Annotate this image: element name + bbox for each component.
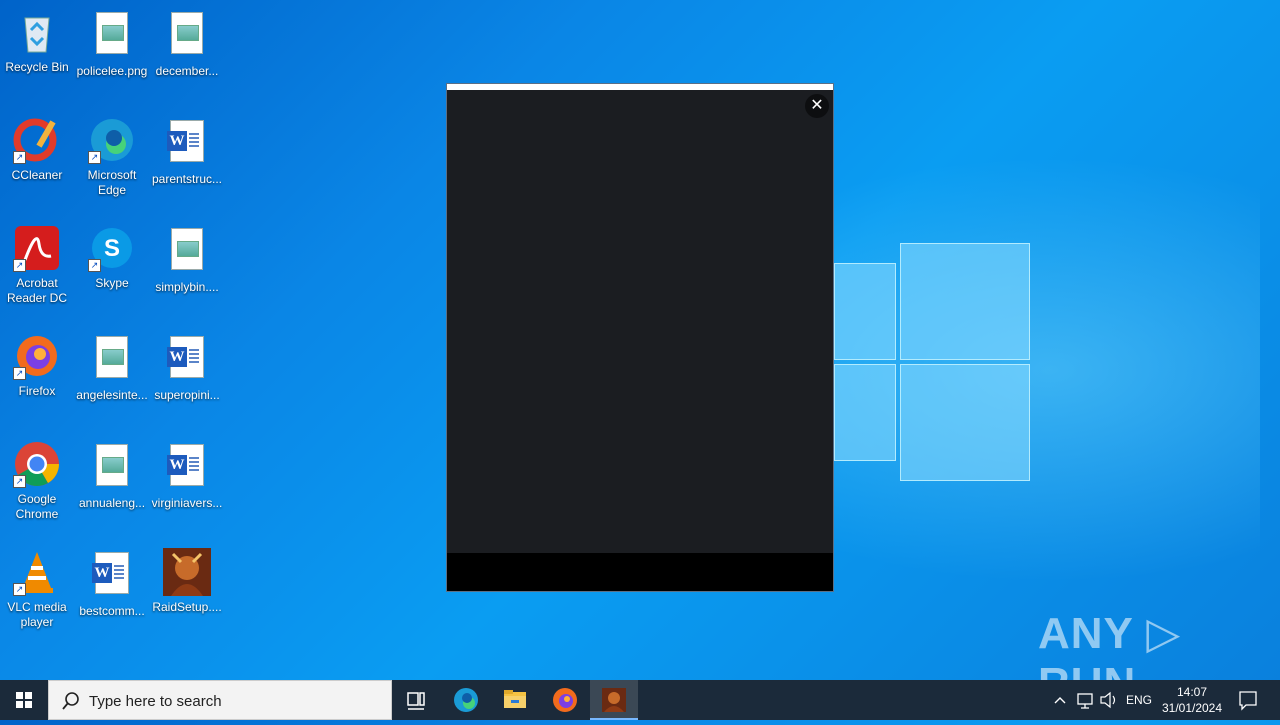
desktop-icon-simplybin[interactable]: simplybin.... <box>150 224 224 295</box>
word-document-icon: W <box>163 120 211 168</box>
desktop-icon-bestcomm[interactable]: W bestcomm... <box>75 548 149 619</box>
task-view-icon <box>407 692 425 710</box>
speaker-icon <box>1100 691 1116 709</box>
shortcut-arrow-icon: ↗ <box>13 151 26 164</box>
desktop-icon-superopini[interactable]: W superopini... <box>150 332 224 403</box>
search-placeholder: Type here to search <box>89 693 222 710</box>
close-button[interactable]: ✕ <box>805 94 829 118</box>
image-file-icon <box>163 228 211 276</box>
desktop-icon-label: Recycle Bin <box>5 60 69 74</box>
desktop-icon-policelee[interactable]: policelee.png <box>75 8 149 79</box>
desktop-icon-firefox[interactable]: ↗ Firefox <box>0 332 74 399</box>
desktop-icon-skype[interactable]: S ↗ Skype <box>75 224 149 291</box>
show-hidden-icons-button[interactable] <box>1050 680 1070 720</box>
raid-game-icon <box>163 548 211 596</box>
desktop-icon-label: bestcomm... <box>79 604 145 618</box>
firefox-icon: ↗ <box>13 332 61 380</box>
popup-bottom-bar <box>447 553 833 591</box>
image-file-icon <box>163 12 211 60</box>
raid-game-icon <box>602 688 626 712</box>
chevron-up-icon <box>1054 697 1066 704</box>
edge-icon: ↗ <box>88 116 136 164</box>
taskbar-search-box[interactable]: Type here to search <box>48 680 392 720</box>
shortcut-arrow-icon: ↗ <box>13 583 26 596</box>
svg-text:S: S <box>104 235 120 262</box>
volume-button[interactable] <box>1098 680 1120 720</box>
windows-start-icon <box>16 692 32 708</box>
desktop-icon-label: superopini... <box>154 388 220 402</box>
shortcut-arrow-icon: ↗ <box>88 259 101 272</box>
recycle-bin-icon <box>13 8 61 56</box>
language-indicator[interactable]: ENG <box>1124 680 1154 720</box>
word-document-icon: W <box>88 552 136 600</box>
desktop-icon-label: Microsoft Edge <box>87 168 137 197</box>
edge-icon <box>454 688 478 712</box>
start-button[interactable] <box>0 680 48 720</box>
wallpaper-windows-logo <box>834 243 1030 481</box>
desktop-icon-label: policelee.png <box>76 64 148 78</box>
taskbar-edge-button[interactable] <box>442 680 490 720</box>
taskbar-file-explorer-button[interactable] <box>491 680 539 720</box>
popup-top-bar <box>447 84 833 90</box>
desktop-icon-vlc[interactable]: ↗ VLC media player <box>0 548 74 630</box>
desktop-icon-label: parentstruc... <box>151 172 223 186</box>
shortcut-arrow-icon: ↗ <box>13 475 26 488</box>
ccleaner-icon: ↗ <box>13 116 61 164</box>
desktop-icon-label: Firefox <box>18 384 56 398</box>
desktop-icon-angelesinte[interactable]: angelesinte... <box>75 332 149 403</box>
desktop-icon-label: RaidSetup.... <box>152 600 222 614</box>
desktop-icon-chrome[interactable]: ↗ Google Chrome <box>0 440 74 522</box>
desktop-icon-label: VLC media player <box>7 600 67 629</box>
desktop-icon-raidsetup[interactable]: RaidSetup.... <box>150 548 224 615</box>
shortcut-arrow-icon: ↗ <box>88 151 101 164</box>
action-center-button[interactable] <box>1234 680 1262 720</box>
desktop-icon-label: simplybin.... <box>155 280 219 294</box>
taskbar-firefox-button[interactable] <box>541 680 589 720</box>
installer-popup-window: ✕ <box>446 83 834 592</box>
image-file-icon <box>88 12 136 60</box>
desktop-icon-label: CCleaner <box>11 168 63 182</box>
word-document-icon: W <box>163 444 211 492</box>
word-document-icon: W <box>163 336 211 384</box>
image-file-icon <box>88 336 136 384</box>
desktop-icon-recycle-bin[interactable]: Recycle Bin <box>0 8 74 75</box>
skype-icon: S ↗ <box>88 224 136 272</box>
task-view-button[interactable] <box>392 680 440 720</box>
taskbar-clock[interactable]: 14:07 31/01/2024 <box>1160 684 1224 716</box>
folder-icon <box>504 690 526 708</box>
chrome-icon: ↗ <box>13 440 61 488</box>
image-file-icon <box>88 444 136 492</box>
desktop-icon-label: angelesinte... <box>76 388 148 402</box>
desktop-icon-edge[interactable]: ↗ Microsoft Edge <box>75 116 149 198</box>
network-icon <box>1077 693 1093 709</box>
taskbar-raid-app-button[interactable] <box>590 680 638 720</box>
acrobat-icon: ↗ <box>13 224 61 272</box>
search-icon <box>62 692 79 710</box>
vlc-icon: ↗ <box>13 548 61 596</box>
desktop-icon-annualeng[interactable]: annualeng... <box>75 440 149 511</box>
clock-time: 14:07 <box>1176 685 1208 699</box>
network-status-button[interactable] <box>1074 680 1096 720</box>
shortcut-arrow-icon: ↗ <box>13 259 26 272</box>
desktop-icon-label: annualeng... <box>78 496 146 510</box>
taskbar: Type here to search ENG 14:07 31/01/2024 <box>0 680 1280 720</box>
desktop-icon-parentstruc[interactable]: W parentstruc... <box>150 116 224 187</box>
desktop-icon-virginiavers[interactable]: W virginiavers... <box>150 440 224 511</box>
shortcut-arrow-icon: ↗ <box>13 367 26 380</box>
clock-date: 31/01/2024 <box>1161 701 1223 715</box>
desktop-icon-acrobat[interactable]: ↗ Acrobat Reader DC <box>0 224 74 306</box>
desktop-icon-label: virginiavers... <box>151 496 223 510</box>
desktop-icon-label: Skype <box>95 276 129 290</box>
desktop-icon-december[interactable]: december... <box>150 8 224 79</box>
desktop-icon-label: Google Chrome <box>15 492 59 521</box>
desktop-icon-ccleaner[interactable]: ↗ CCleaner <box>0 116 74 183</box>
notification-icon <box>1239 691 1257 711</box>
desktop-icon-label: december... <box>155 64 219 78</box>
desktop-icon-label: Acrobat Reader DC <box>6 276 68 305</box>
firefox-icon <box>553 688 577 712</box>
